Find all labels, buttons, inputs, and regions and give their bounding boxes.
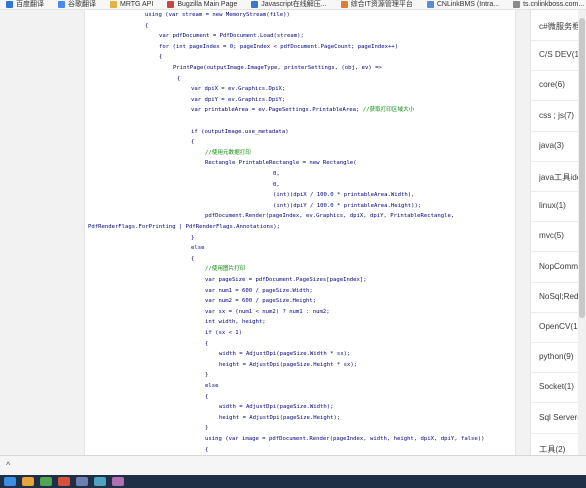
app-icon[interactable]: [94, 477, 106, 486]
code-line: height = AdjustDpi(pageSize.Height * sx)…: [219, 361, 358, 368]
code-block: using (var stream = new MemoryStream(fil…: [0, 10, 586, 455]
page-icon: [513, 1, 521, 8]
code-line: {: [159, 54, 163, 61]
code-line: using (var stream = new MemoryStream(fil…: [145, 12, 290, 18]
bookmark-label: Javascript在线解压...: [261, 0, 327, 8]
page-icon: [340, 1, 348, 8]
code-line: var dpiX = ev.Graphics.DpiX;: [191, 86, 286, 93]
translate-icon: [6, 1, 13, 8]
category-label: css ; js(7): [539, 110, 575, 120]
code-line: {: [145, 22, 149, 29]
code-line: }: [191, 234, 195, 241]
bookmark-label: ts.cnlinkboss.com...: [523, 0, 585, 8]
page-icon: [426, 1, 434, 8]
category-label: java(3): [539, 140, 565, 150]
code-line: {: [205, 446, 209, 453]
app-icon[interactable]: [58, 477, 70, 486]
code-line: {: [191, 255, 195, 262]
code-line: width = AdjustDpi(pageSize.Width);: [219, 404, 334, 411]
code-line: //使用元数据打印: [205, 149, 251, 156]
bookmark-item[interactable]: Javascript在线解压...: [251, 0, 327, 9]
category-label: 工具(2): [539, 444, 566, 454]
code-line: (int)(dpiX / 100.0 * printableArea.Width…: [273, 192, 415, 199]
code-line: pdfDocument.Render(pageIndex, ev.Graphic…: [205, 213, 455, 220]
code-line: 0,: [273, 171, 280, 177]
code-line: PdfRenderFlags.ForPrinting | PdfRenderFl…: [88, 224, 280, 230]
code-line: PrintPage(outputImage.ImageType, printer…: [173, 65, 382, 71]
bookmark-label: 综合IT资源管理平台: [350, 0, 413, 8]
code-line: }: [205, 372, 209, 379]
app-icon[interactable]: [22, 477, 34, 486]
code-line: int width, height;: [205, 319, 266, 326]
code-line: if (sx < 1): [205, 330, 243, 336]
category-label: Socket(1): [539, 382, 575, 392]
category-label: python(9): [539, 352, 574, 362]
code-line: var printableArea = ev.PageSettings.Prin…: [191, 107, 415, 114]
bookmark-label: Bugzilla Main Page: [177, 0, 238, 8]
bookmark-item[interactable]: Bugzilla Main Page: [167, 0, 238, 9]
bookmarks-bar: 百度翻译 谷歌翻译 MRTG API Bugzilla Main Page Javasc…: [0, 0, 586, 10]
code-line: {: [205, 340, 209, 347]
code-line: var sx = (num1 < num2) ? num1 : num2;: [205, 308, 330, 315]
code-line: if (outputImage.use_metadata): [191, 128, 289, 135]
code-line: for (int pageIndex = 0; pageIndex < pdfD…: [159, 43, 399, 50]
code-line: var num2 = 600 / pageSize.Height;: [205, 298, 317, 305]
code-line: }: [205, 425, 209, 432]
code-line: (int)(dpiY / 100.0 * printableArea.Heigh…: [273, 202, 422, 209]
bookmark-label: MRTG API: [120, 0, 154, 8]
bookmark-item[interactable]: 百度翻译: [6, 0, 44, 9]
code-line: else: [205, 383, 219, 389]
code-line: width = AdjustDpi(pageSize.Width * sx);: [219, 351, 351, 358]
app-icon[interactable]: [40, 477, 52, 486]
app-icon[interactable]: [112, 477, 124, 486]
bookmark-label: 百度翻译: [16, 0, 44, 8]
code-line: var pdfDocument = PdfDocument.Load(strea…: [159, 33, 304, 40]
windows-taskbar: [0, 475, 586, 488]
code-line: //使用图片打印: [205, 266, 246, 273]
code-line: {: [205, 393, 209, 400]
bookmark-item[interactable]: CNLinkBMS (Intra...: [426, 0, 500, 9]
google-translate-icon: [58, 1, 65, 8]
code-line: height = AdjustDpi(pageSize.Height);: [219, 414, 341, 421]
category-label: mvc(5): [539, 231, 565, 241]
start-icon[interactable]: [4, 477, 16, 486]
scrollbar-thumb[interactable]: [579, 18, 585, 318]
bookmark-label: 谷歌翻译: [68, 0, 96, 8]
folder-icon: [110, 1, 117, 8]
bookmark-item[interactable]: ts.cnlinkboss.com...: [513, 0, 585, 9]
app-icon[interactable]: [76, 477, 88, 486]
code-line: else: [191, 245, 205, 252]
bookmark-label: CNLinkBMS (Intra...: [436, 0, 500, 8]
vertical-scrollbar[interactable]: [578, 10, 586, 455]
category-label: linux(1): [539, 201, 566, 211]
code-line: using (var image = pdfDocument.Render(pa…: [205, 436, 485, 442]
code-line: var num1 = 600 / pageSize.Width;: [205, 287, 313, 294]
code-line: var dpiY = ev.Graphics.DpiY;: [191, 96, 286, 103]
code-line: {: [191, 139, 195, 146]
code-line: Rectangle PrintableRectangle = new Recta…: [205, 160, 357, 167]
bottom-bar: ^: [0, 455, 586, 475]
bookmark-item[interactable]: MRTG API: [110, 0, 154, 9]
code-line: {: [177, 75, 181, 82]
page-icon: [251, 1, 259, 8]
code-line: 0,: [273, 181, 280, 188]
category-label: OpenCV(1): [539, 322, 581, 331]
bookmark-item[interactable]: 综合IT资源管理平台: [340, 0, 413, 9]
code-line: var pageSize = pdfDocument.PageSizes[pag…: [205, 277, 367, 283]
category-label: core(6): [539, 80, 565, 90]
chevron-up-icon[interactable]: ^: [6, 460, 16, 470]
bookmark-item[interactable]: 谷歌翻译: [58, 0, 96, 9]
page-content: using (var stream = new MemoryStream(fil…: [0, 10, 586, 455]
bug-icon: [167, 1, 175, 8]
